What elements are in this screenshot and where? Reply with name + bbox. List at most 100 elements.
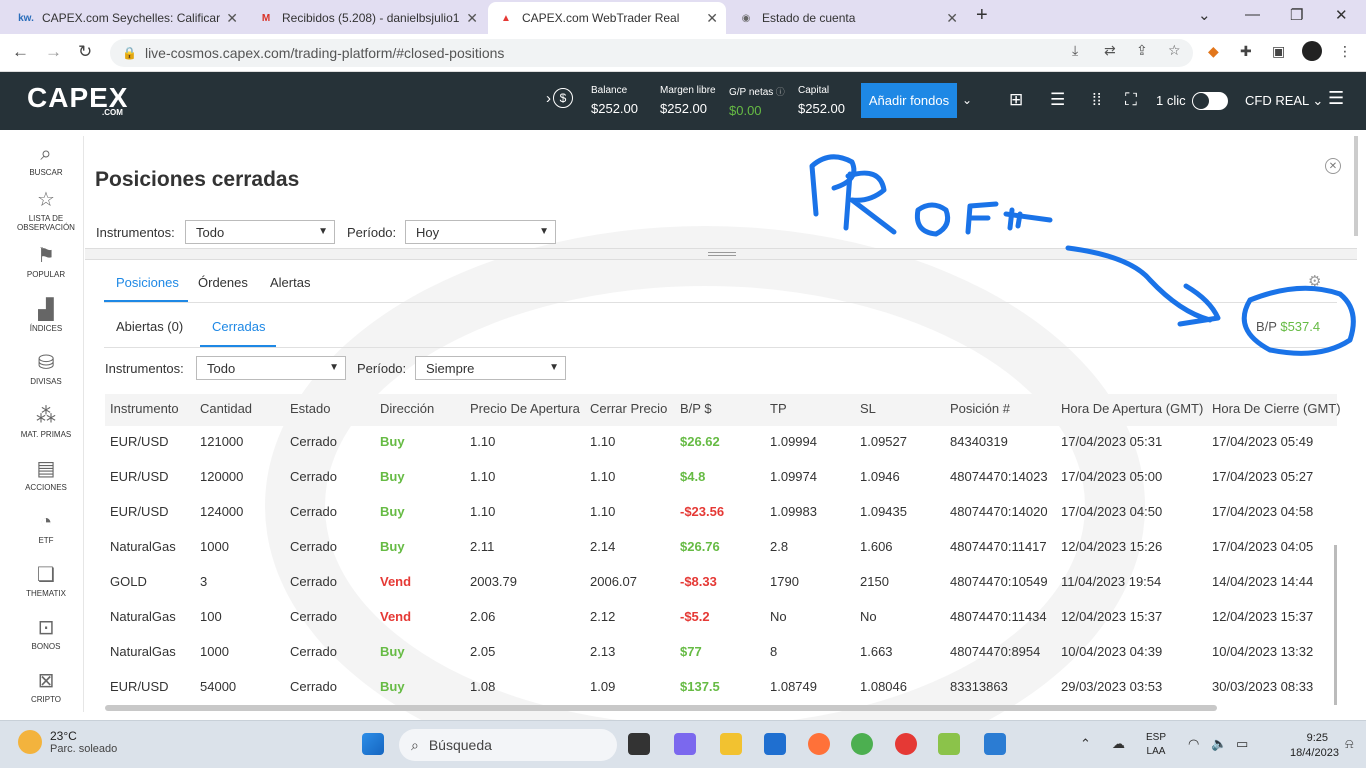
instruments-filter-select-2[interactable]: Todo ▼ — [196, 356, 346, 380]
back-arrow-icon[interactable]: ← — [12, 42, 29, 62]
close-icon[interactable]: ✕ — [226, 10, 238, 27]
url-field[interactable]: 🔒 live-cosmos.capex.com/trading-platform… — [110, 39, 1193, 67]
task-view-icon[interactable] — [628, 733, 650, 755]
bookmark-star-icon[interactable]: ☆ — [1168, 42, 1181, 59]
one-click-toggle[interactable] — [1192, 92, 1228, 110]
instruments-filter-label: Instrumentos: — [96, 225, 175, 240]
chevron-circle-icon[interactable]: ⌄ — [962, 93, 972, 107]
windows-start-icon[interactable] — [362, 733, 384, 755]
teams-icon[interactable] — [674, 733, 696, 755]
sidebar-item-crypto[interactable]: ⊠ CRIPTO — [8, 669, 84, 704]
browser-tab-gmail[interactable]: M Recibidos (5.208) - danielbsjulio1 ✕ — [248, 2, 486, 34]
column-header[interactable]: Dirección — [380, 401, 434, 416]
column-header[interactable]: Precio De Apertura — [470, 401, 580, 416]
browser-tab-estado[interactable]: ◉ Estado de cuenta ✕ — [728, 2, 966, 34]
firefox-icon[interactable] — [808, 733, 830, 755]
sidebar-item-bonds[interactable]: ⊡ BONOS — [8, 616, 84, 651]
reload-icon[interactable]: ↻ — [78, 42, 92, 62]
side-panel-icon[interactable]: ▣ — [1272, 43, 1285, 60]
period-filter-select[interactable]: Hoy ▼ — [405, 220, 556, 244]
notepad-icon[interactable] — [984, 733, 1006, 755]
info-icon[interactable]: ⓘ — [773, 87, 785, 97]
sidebar-item-stocks[interactable]: ▤ ACCIONES — [8, 457, 84, 492]
sidebar-item-indices[interactable]: ▟ ÍNDICES — [8, 298, 84, 333]
column-header[interactable]: Cerrar Precio — [590, 401, 667, 416]
sidebar-item-search[interactable]: ⌕ BUSCAR — [8, 142, 84, 177]
tab-orders[interactable]: Órdenes — [198, 275, 248, 290]
share-icon[interactable]: ⇪ — [1136, 42, 1148, 59]
account-selector[interactable]: CFD REAL ⌄ — [1245, 93, 1323, 109]
browser-tab-webtrader[interactable]: ▲ CAPEX.com WebTrader Real ✕ — [488, 2, 726, 34]
hamburger-menu-icon[interactable]: ☰ — [1328, 88, 1344, 109]
document-icon: ▤ — [36, 458, 56, 480]
chevron-down-icon[interactable]: ⌄ — [1198, 6, 1211, 24]
bluestacks-icon[interactable] — [938, 733, 960, 755]
instruments-filter-select[interactable]: Todo ▼ — [185, 220, 335, 244]
metamask-icon[interactable]: ◆ — [1208, 43, 1219, 60]
horizontal-scrollbar[interactable] — [105, 705, 1217, 711]
panel-vertical-scrollbar[interactable] — [1354, 136, 1358, 236]
layout-icon[interactable]: ⊞ — [1009, 90, 1023, 110]
splitter-grip-icon[interactable] — [708, 252, 736, 256]
sidebar-item-popular[interactable]: ⚑ POPULAR — [8, 244, 84, 279]
sidebar-item-commodities[interactable]: ⁂ MAT. PRIMAS — [8, 404, 84, 439]
close-icon[interactable]: ✕ — [466, 10, 478, 27]
close-icon[interactable]: ✕ — [946, 10, 958, 27]
subtab-open[interactable]: Abiertas (0) — [116, 319, 183, 334]
close-icon[interactable]: ✕ — [706, 10, 718, 27]
cell-qty: 100 — [200, 609, 222, 624]
subtab-closed[interactable]: Cerradas — [212, 319, 265, 334]
tray-chevron-icon[interactable]: ⌃ — [1080, 736, 1091, 752]
language-indicator[interactable]: ESP LAA — [1146, 731, 1166, 759]
notification-bell-icon[interactable]: ⍾ — [1345, 736, 1354, 752]
column-header[interactable]: B/P $ — [680, 401, 712, 416]
forward-arrow-icon[interactable]: → — [45, 42, 62, 62]
volume-icon[interactable]: 🔈 — [1211, 736, 1227, 752]
window-close-icon[interactable]: ✕ — [1335, 6, 1348, 24]
dropdown-arrow-icon: ▼ — [329, 362, 339, 373]
fullscreen-icon[interactable]: ⛶ — [1125, 90, 1137, 110]
table-vertical-scrollbar[interactable] — [1334, 545, 1337, 705]
apps-grid-icon[interactable]: ⁞⁞ — [1092, 90, 1101, 110]
add-funds-button[interactable]: Añadir fondos — [861, 83, 957, 118]
column-header[interactable]: TP — [770, 401, 787, 416]
cell-pl: -$5.2 — [680, 609, 710, 624]
weather-widget[interactable]: 23°C Parc. soleado — [18, 729, 117, 755]
column-header[interactable]: Instrumento — [110, 401, 179, 416]
column-header[interactable]: SL — [860, 401, 876, 416]
column-header[interactable]: Hora De Apertura (GMT) — [1061, 401, 1203, 416]
tab-alerts[interactable]: Alertas — [270, 275, 310, 290]
column-header[interactable]: Hora De Cierre (GMT) — [1212, 401, 1341, 416]
file-explorer-icon[interactable] — [720, 733, 742, 755]
sidebar-item-etf[interactable]: ◔ ETF — [8, 510, 84, 545]
browser-tab-capex-seychelles[interactable]: kw. CAPEX.com Seychelles: Calificar s ✕ — [8, 2, 246, 34]
chat-icon[interactable]: ☰ — [1050, 90, 1065, 110]
kebab-menu-icon[interactable]: ⋮ — [1338, 43, 1352, 60]
new-tab-icon[interactable]: + — [976, 4, 988, 27]
column-header[interactable]: Posición # — [950, 401, 1010, 416]
onedrive-icon[interactable]: ☁ — [1112, 736, 1125, 752]
chrome-icon[interactable] — [851, 733, 873, 755]
close-panel-icon[interactable]: ✕ — [1325, 158, 1341, 174]
sidebar-item-watchlist[interactable]: ☆ LISTA DE OBSERVACIÓN — [8, 188, 84, 232]
chrome-profile-icon[interactable] — [895, 733, 917, 755]
sidebar-item-currencies[interactable]: ⛁ DIVISAS — [8, 351, 84, 386]
restore-icon[interactable]: ❐ — [1290, 6, 1303, 24]
extensions-puzzle-icon[interactable]: ✚ — [1240, 43, 1252, 60]
period-filter-select-2[interactable]: Siempre ▼ — [415, 356, 566, 380]
store-icon[interactable] — [764, 733, 786, 755]
tab-positions[interactable]: Posiciones — [116, 275, 179, 290]
system-clock[interactable]: 9:25 18/4/2023 — [1290, 731, 1339, 761]
column-header[interactable]: Estado — [290, 401, 330, 416]
gear-icon[interactable]: ⚙ — [1308, 272, 1321, 290]
minimize-icon[interactable]: — — [1245, 6, 1260, 23]
profile-avatar[interactable] — [1302, 41, 1322, 61]
battery-icon[interactable]: ▭ — [1236, 736, 1248, 752]
sidebar-item-thematix[interactable]: ❏ THEMATIX — [8, 563, 84, 598]
translate-icon[interactable]: ⇄ — [1104, 42, 1116, 59]
wifi-icon[interactable]: ◠ — [1188, 736, 1199, 752]
funds-toggle-icon[interactable]: › $ — [546, 88, 573, 108]
install-icon[interactable]: ⤓ — [1072, 42, 1078, 59]
column-header[interactable]: Cantidad — [200, 401, 252, 416]
taskbar-search[interactable]: ⌕ Búsqueda — [399, 729, 617, 761]
